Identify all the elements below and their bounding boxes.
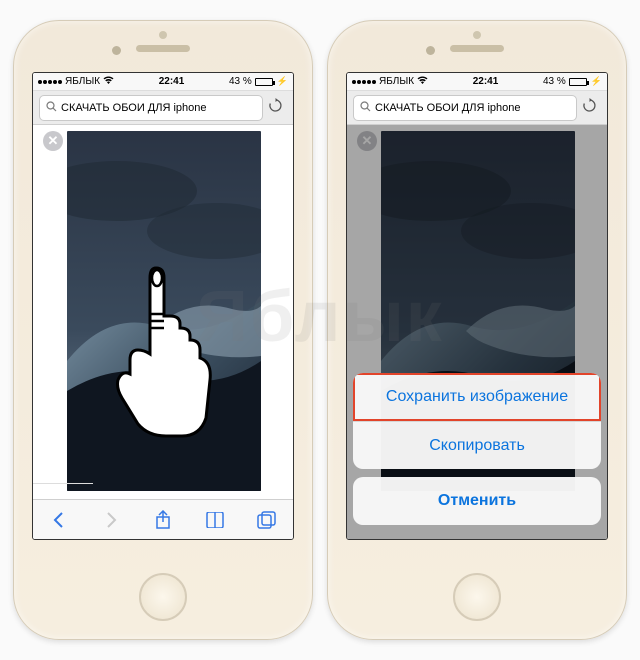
search-bar: СКАЧАТЬ ОБОИ ДЛЯ iphone	[347, 91, 607, 125]
clock-label: 22:41	[473, 76, 499, 87]
search-icon	[360, 101, 371, 115]
save-image-button[interactable]: Сохранить изображение	[353, 373, 601, 421]
forward-button[interactable]	[99, 508, 123, 532]
refresh-button[interactable]	[577, 98, 601, 117]
close-icon[interactable]: ✕	[43, 131, 63, 151]
action-sheet: Сохранить изображение Скопировать Отмени…	[353, 373, 601, 533]
search-input[interactable]: СКАЧАТЬ ОБОИ ДЛЯ iphone	[39, 95, 263, 121]
share-button[interactable]	[151, 508, 175, 532]
refresh-button[interactable]	[263, 98, 287, 117]
search-input[interactable]: СКАЧАТЬ ОБОИ ДЛЯ iphone	[353, 95, 577, 121]
battery-icon	[569, 78, 587, 86]
search-query-text: СКАЧАТЬ ОБОИ ДЛЯ iphone	[61, 102, 207, 114]
wifi-icon	[417, 76, 428, 88]
search-query-text: СКАЧАТЬ ОБОИ ДЛЯ iphone	[375, 102, 521, 114]
earpiece	[450, 45, 504, 52]
battery-icon	[255, 78, 273, 86]
battery-percent-label: 43 %	[229, 76, 252, 87]
phone-left: ЯБЛЫК 22:41 43 % ⚡ СКАЧАТЬ ОБОИ ДЛЯ ipho…	[13, 20, 313, 640]
signal-dots-icon	[352, 80, 376, 84]
sensor-dot	[159, 31, 167, 39]
screen-right: ЯБЛЫК 22:41 43 % ⚡ СКАЧАТЬ ОБОИ ДЛЯ ipho…	[346, 72, 608, 540]
clock-label: 22:41	[159, 76, 185, 87]
earpiece	[136, 45, 190, 52]
bookmarks-button[interactable]	[203, 508, 227, 532]
carrier-label: ЯБЛЫК	[65, 76, 100, 87]
battery-percent-label: 43 %	[543, 76, 566, 87]
wifi-icon	[103, 76, 114, 88]
browser-content: ✕	[347, 125, 607, 539]
status-bar: ЯБЛЫК 22:41 43 % ⚡	[33, 73, 293, 91]
front-camera	[112, 46, 121, 55]
browser-content[interactable]: ✕	[33, 125, 293, 499]
home-button[interactable]	[453, 573, 501, 621]
front-camera	[426, 46, 435, 55]
back-button[interactable]	[47, 508, 71, 532]
charging-icon: ⚡	[277, 76, 288, 87]
charging-icon: ⚡	[591, 76, 602, 87]
screen-left: ЯБЛЫК 22:41 43 % ⚡ СКАЧАТЬ ОБОИ ДЛЯ ipho…	[32, 72, 294, 540]
tap-and-hold-gesture-icon	[108, 258, 218, 438]
carrier-label: ЯБЛЫК	[379, 76, 414, 87]
safari-toolbar	[33, 499, 293, 539]
cancel-button[interactable]: Отменить	[353, 477, 601, 525]
phone-right: ЯБЛЫК 22:41 43 % ⚡ СКАЧАТЬ ОБОИ ДЛЯ ipho…	[327, 20, 627, 640]
page-footer-strip	[33, 483, 93, 499]
search-icon	[46, 101, 57, 115]
sensor-dot	[473, 31, 481, 39]
copy-button[interactable]: Скопировать	[353, 421, 601, 469]
tabs-button[interactable]	[255, 508, 279, 532]
status-bar: ЯБЛЫК 22:41 43 % ⚡	[347, 73, 607, 91]
search-bar: СКАЧАТЬ ОБОИ ДЛЯ iphone	[33, 91, 293, 125]
home-button[interactable]	[139, 573, 187, 621]
signal-dots-icon	[38, 80, 62, 84]
